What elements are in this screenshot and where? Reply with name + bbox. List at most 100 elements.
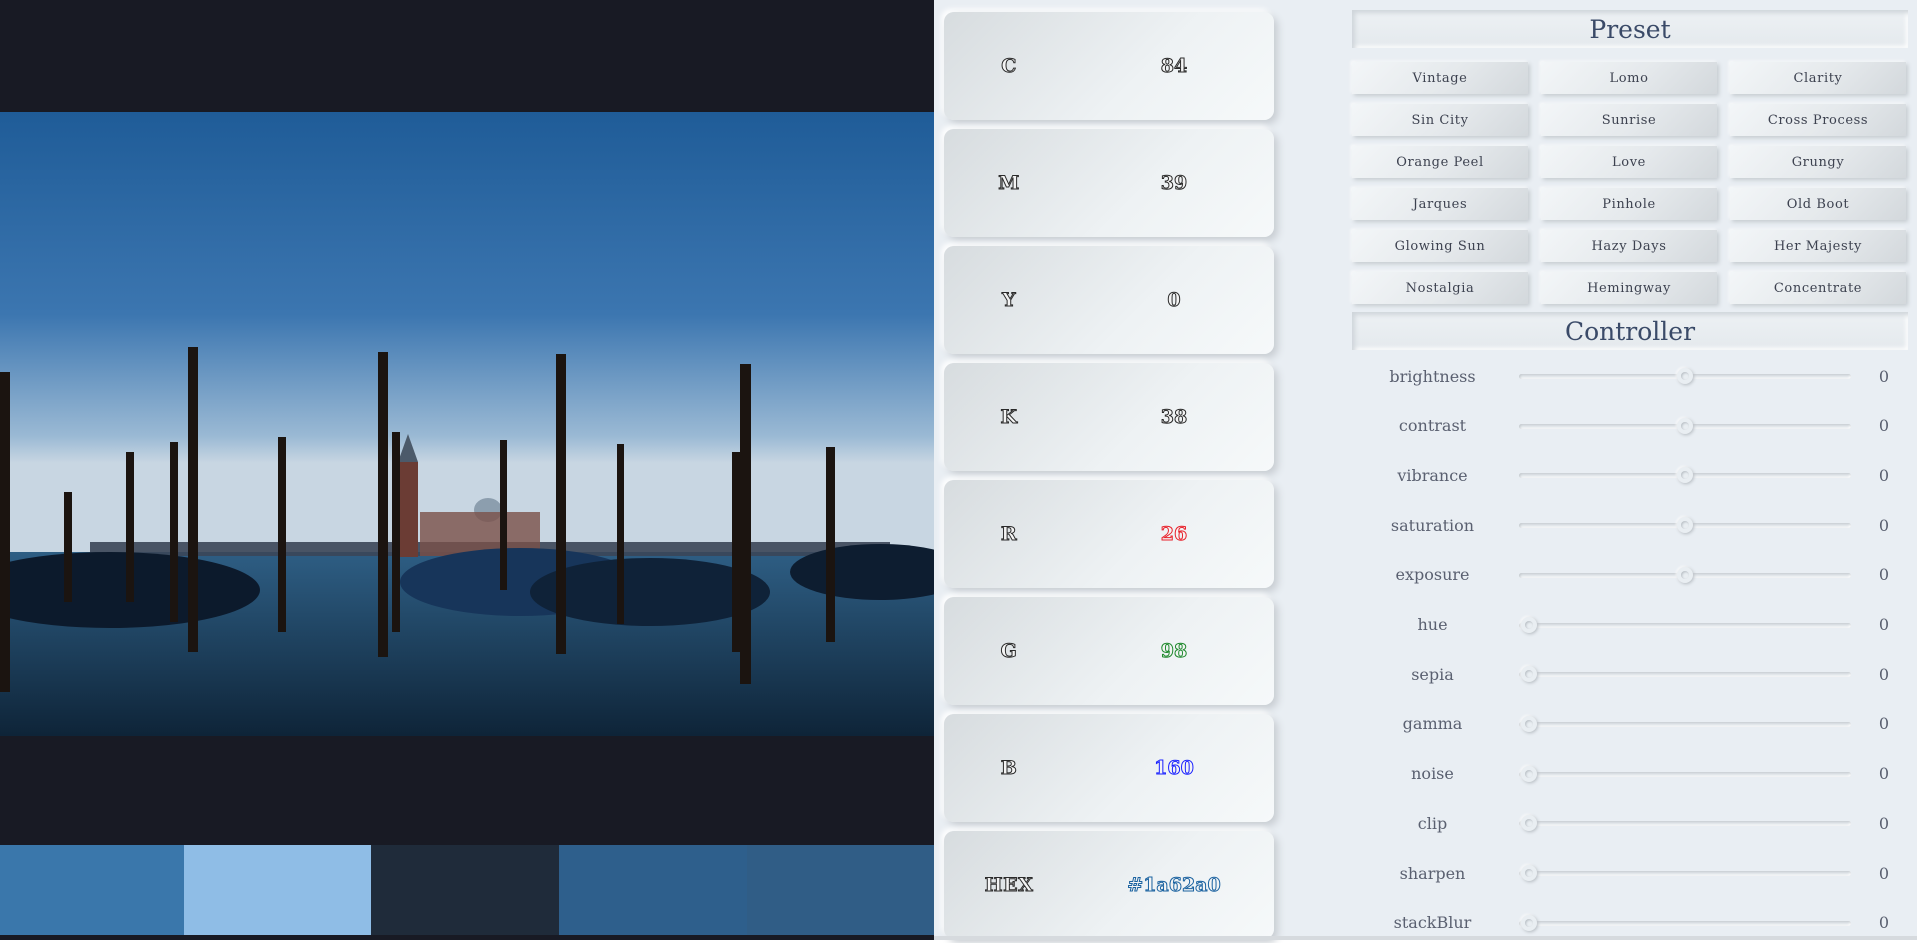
slider-thumb[interactable]	[1677, 517, 1693, 534]
palette-swatch[interactable]	[371, 845, 559, 935]
value-card-g: G 98	[944, 597, 1274, 705]
bottom-border	[934, 936, 1917, 940]
preset-button[interactable]: Lomo	[1541, 62, 1717, 94]
slider-track[interactable]	[1519, 467, 1851, 484]
slider-value: 0	[1878, 764, 1890, 784]
slider-thumb[interactable]	[1521, 914, 1537, 931]
slider-label: vibrance	[1397, 465, 1468, 485]
slider-thumb[interactable]	[1521, 666, 1537, 683]
slider-thumb[interactable]	[1677, 417, 1693, 434]
slider-label: saturation	[1390, 515, 1475, 535]
preset-button[interactable]: Love	[1541, 146, 1717, 178]
controls-panel: Preset Vintage Lomo Clarity Sin City Sun…	[1350, 0, 1917, 940]
slider-row-sepia: sepia 0	[1350, 654, 1917, 694]
preset-button[interactable]: Pinhole	[1541, 188, 1717, 220]
value-label: C	[1001, 55, 1017, 78]
value-label: Y	[1001, 289, 1017, 312]
slider-value: 0	[1878, 465, 1890, 485]
preset-button[interactable]: Nostalgia	[1352, 272, 1528, 304]
slider-value: 0	[1878, 515, 1890, 535]
slider-thumb[interactable]	[1521, 815, 1537, 832]
slider-label: sharpen	[1399, 863, 1466, 883]
slider-thumb[interactable]	[1521, 765, 1537, 782]
value-label: G	[1000, 640, 1018, 663]
preset-button[interactable]: Her Majesty	[1730, 230, 1906, 262]
slider-row-sharpen: sharpen 0	[1350, 853, 1917, 893]
slider-label: hue	[1417, 615, 1448, 634]
slider-thumb[interactable]	[1521, 865, 1537, 881]
preset-button[interactable]: Orange Peel	[1352, 146, 1528, 178]
slider-label: contrast	[1398, 416, 1467, 436]
slider-label: noise	[1411, 764, 1454, 784]
slider-value: 0	[1878, 714, 1890, 734]
slider-track[interactable]	[1519, 715, 1851, 732]
palette-swatch[interactable]	[747, 845, 934, 935]
slider-row-hue: hue 0	[1350, 605, 1917, 645]
value-label: B	[1000, 757, 1018, 780]
value-label: HEX	[984, 874, 1034, 897]
slider-label: gamma	[1402, 714, 1463, 734]
slider-label: sepia	[1411, 664, 1454, 684]
color-palette	[0, 845, 934, 935]
preset-button[interactable]: Grungy	[1730, 146, 1906, 178]
slider-thumb[interactable]	[1677, 566, 1693, 583]
value-label: K	[1000, 406, 1018, 429]
slider-track[interactable]	[1519, 417, 1851, 434]
preset-button[interactable]: Hemingway	[1541, 272, 1717, 304]
value-number: 84	[1160, 55, 1188, 78]
value-number: 98	[1160, 640, 1188, 663]
value-number: 0	[1167, 289, 1181, 312]
slider-thumb[interactable]	[1521, 616, 1537, 633]
slider-track[interactable]	[1519, 765, 1851, 782]
preset-button[interactable]: Glowing Sun	[1352, 230, 1528, 262]
slider-row-gamma: gamma 0	[1350, 704, 1917, 744]
palette-swatch[interactable]	[0, 845, 184, 935]
slider-row-brightness: brightness 0	[1350, 356, 1917, 396]
preset-button[interactable]: Hazy Days	[1541, 230, 1717, 262]
value-label: M	[998, 172, 1020, 195]
slider-thumb[interactable]	[1677, 368, 1693, 384]
palette-swatch[interactable]	[184, 845, 371, 935]
slider-value: 0	[1878, 366, 1890, 386]
slider-track[interactable]	[1519, 368, 1851, 384]
preset-button[interactable]: Sunrise	[1541, 104, 1717, 136]
app-root: C 84 M 39 Y 0 K 38 R 26 G 98 B 160 HEX #	[0, 0, 1917, 940]
value-card-m: M 39	[944, 129, 1274, 237]
value-card-k: K 38	[944, 363, 1274, 471]
preset-button[interactable]: Cross Process	[1730, 104, 1906, 136]
image-panel	[0, 0, 934, 940]
preset-button[interactable]: Jarques	[1352, 188, 1528, 220]
photo-preview	[0, 112, 934, 736]
slider-track[interactable]	[1519, 517, 1851, 534]
preset-button[interactable]: Concentrate	[1730, 272, 1906, 304]
value-number: 39	[1160, 172, 1188, 195]
slider-track[interactable]	[1519, 616, 1851, 633]
slider-value: 0	[1878, 813, 1890, 833]
slider-value: 0	[1878, 416, 1890, 436]
slider-label: exposure	[1395, 565, 1470, 585]
slider-row-vibrance: vibrance 0	[1350, 455, 1917, 495]
value-card-b: B 160	[944, 714, 1274, 822]
palette-swatch[interactable]	[559, 845, 747, 935]
slider-track[interactable]	[1519, 865, 1851, 881]
value-card-y: Y 0	[944, 246, 1274, 354]
slider-value: 0	[1878, 863, 1890, 883]
value-label: R	[1000, 523, 1018, 546]
slider-row-noise: noise 0	[1350, 754, 1917, 794]
slider-track[interactable]	[1519, 914, 1851, 931]
photo-venice-gondolas-icon	[0, 112, 934, 736]
preset-button[interactable]: Sin City	[1352, 104, 1528, 136]
preset-button[interactable]: Vintage	[1352, 62, 1528, 94]
slider-track[interactable]	[1519, 815, 1851, 832]
preset-button[interactable]: Old Boot	[1730, 188, 1906, 220]
slider-label: brightness	[1389, 366, 1476, 386]
value-number: #1a62a0	[1127, 874, 1221, 897]
slider-value: 0	[1878, 615, 1890, 634]
slider-thumb[interactable]	[1521, 715, 1537, 732]
slider-track[interactable]	[1519, 666, 1851, 683]
slider-track[interactable]	[1519, 566, 1851, 583]
controller-title: Controller	[1352, 312, 1908, 350]
preset-button[interactable]: Clarity	[1730, 62, 1906, 94]
slider-thumb[interactable]	[1677, 467, 1693, 484]
value-number: 38	[1160, 406, 1188, 429]
